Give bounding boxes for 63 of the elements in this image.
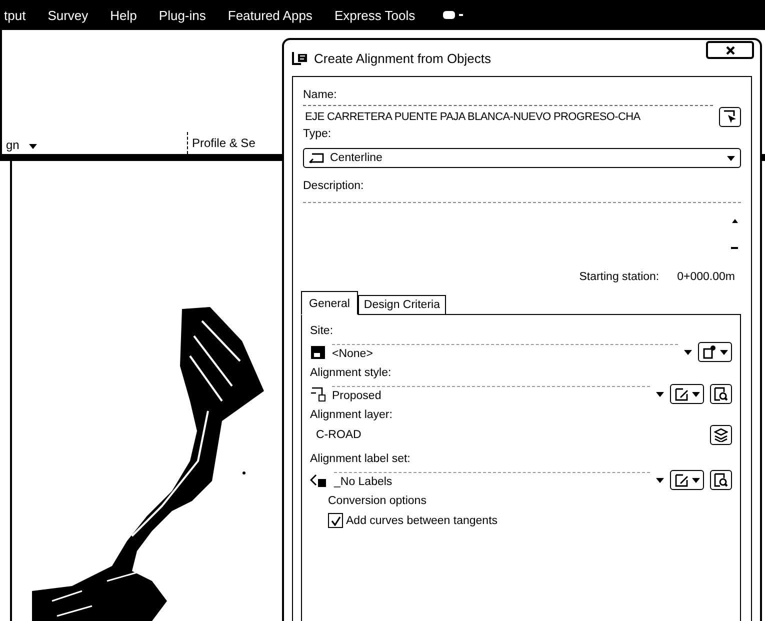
menu-item[interactable]: Featured Apps (228, 8, 312, 22)
check-icon (330, 516, 340, 526)
ribbon-panel-label[interactable]: gn (2, 138, 42, 156)
site-create-icon (702, 345, 716, 359)
station-value: 0+000.00m (677, 271, 735, 283)
edit-icon (674, 473, 688, 487)
field-label: Alignment layer: (310, 409, 394, 421)
label-set-icon (310, 472, 328, 488)
scroll-up-icon (732, 219, 738, 223)
centerline-icon (309, 153, 325, 163)
layers-icon (714, 428, 728, 442)
layer-button[interactable] (710, 425, 732, 445)
field-label: Description: (303, 180, 365, 192)
type-dropdown[interactable]: Centerline (303, 148, 741, 168)
point-mark (242, 472, 246, 474)
pick-button[interactable] (719, 106, 741, 126)
field-label: Alignment label set: (310, 453, 412, 465)
edit-icon (674, 387, 688, 401)
edit-style-button[interactable] (670, 384, 704, 404)
caret-icon (684, 350, 692, 354)
caret-icon (29, 144, 38, 149)
preview-button[interactable] (710, 384, 732, 404)
menu-item[interactable]: Plug-ins (158, 8, 206, 22)
caret-icon (692, 478, 700, 482)
caret-icon (727, 156, 735, 160)
field-label: Type: (303, 128, 332, 140)
menu-item[interactable]: Help (110, 8, 137, 22)
checkbox-label: Add curves between tangents (346, 514, 498, 526)
field-label: Site: (310, 325, 334, 337)
preview-button[interactable] (710, 470, 732, 490)
caret-icon (656, 392, 664, 396)
app-icon (292, 51, 308, 65)
checkbox[interactable] (328, 513, 343, 528)
menu-item[interactable]: Express Tools (334, 8, 416, 22)
field-label: Name: (303, 89, 338, 101)
section-label: Conversion options (328, 495, 428, 507)
caret-icon (656, 478, 664, 482)
alignment-style-icon (310, 386, 326, 402)
layer-value: C-ROAD (316, 429, 362, 441)
tab[interactable]: General (301, 291, 358, 315)
dialog-title: Create Alignment from Objects (314, 50, 492, 66)
edit-style-button[interactable] (670, 470, 704, 490)
tab[interactable]: Design Criteria (358, 295, 446, 314)
site-icon (310, 344, 326, 360)
close-icon (726, 46, 734, 54)
site-dropdown[interactable]: <None> (310, 344, 692, 360)
style-dropdown[interactable]: _No Labels (310, 472, 664, 488)
menu-item[interactable]: tput (4, 8, 26, 22)
close-button[interactable] (706, 41, 754, 59)
magnifier-icon (714, 473, 728, 487)
field-label: Alignment style: (310, 367, 392, 379)
camera-icon[interactable] (443, 10, 464, 20)
pick-cursor-icon (723, 110, 737, 124)
scroll-down-icon (731, 247, 738, 249)
create-site-button[interactable] (698, 342, 732, 362)
name-field[interactable]: EJE CARRETERA PUENTE PAJA BLANCA-NUEVO PROGRESO-CHA (303, 105, 713, 128)
caret-icon (692, 392, 700, 396)
menu-item[interactable]: Survey (48, 8, 88, 22)
field-label: Starting station: (579, 271, 660, 283)
style-dropdown[interactable]: Proposed (310, 386, 664, 402)
magnifier-icon (714, 387, 728, 401)
caret-icon (720, 350, 728, 354)
ribbon-panel-label[interactable]: Profile & Se (188, 136, 260, 154)
